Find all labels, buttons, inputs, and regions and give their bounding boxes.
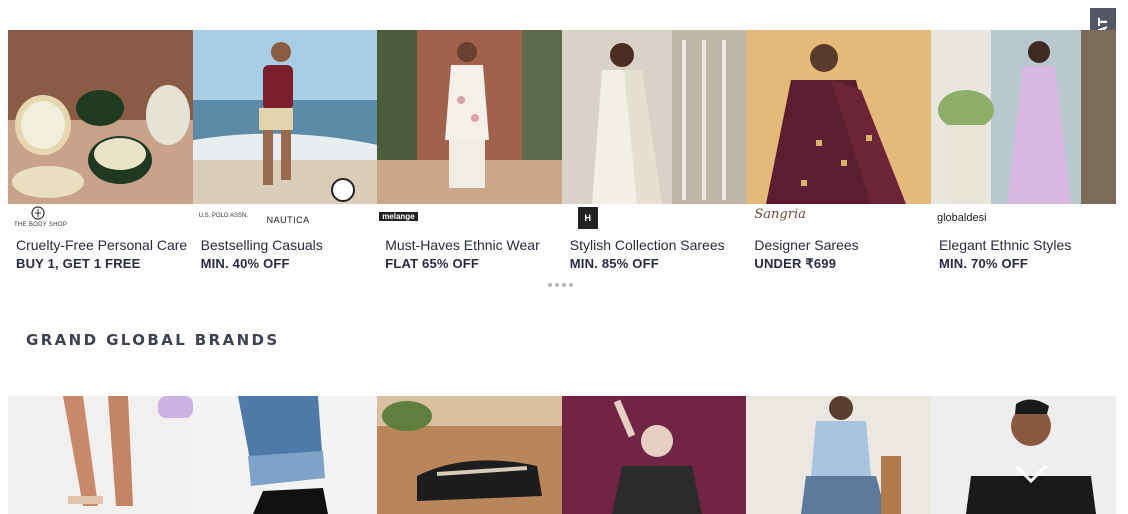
offer-card-ethnic-wear[interactable]: melange Must-Haves Ethnic Wear FLAT 65% …: [377, 30, 562, 272]
melange-logo-text: melange: [379, 212, 418, 221]
brand-card-polo[interactable]: [930, 396, 1116, 514]
card-offer: UNDER ₹699: [754, 256, 837, 271]
designer-sarees-image: [746, 30, 931, 204]
brand-logo-sangria: Sangria: [746, 205, 931, 235]
carousel-dots[interactable]: [548, 283, 573, 287]
card-offer: MIN. 85% OFF: [569, 256, 659, 271]
brand-logo-body-shop: THE BODY SHOP: [8, 205, 193, 235]
global-brands-row: [8, 396, 1116, 514]
personal-care-image: [8, 30, 193, 204]
card-offer: MIN. 70% OFF: [938, 256, 1029, 271]
casuals-image: [192, 30, 378, 204]
sarees-image: [561, 30, 747, 204]
carousel-dot[interactable]: [548, 283, 552, 287]
sangria-logo-text: Sangria: [754, 207, 806, 222]
card-offer: MIN. 40% OFF: [200, 256, 290, 271]
card-title: Cruelty-Free Personal Care: [16, 237, 188, 253]
brand-card-denim-shirt[interactable]: [746, 396, 931, 514]
section-heading-global-brands: GRAND GLOBAL BRANDS: [26, 331, 280, 349]
card-offer: BUY 1, GET 1 FREE: [16, 256, 141, 271]
card-title: Bestselling Casuals: [200, 237, 323, 253]
brand-logo-hl: H: [562, 205, 747, 235]
card-title: Must-Haves Ethnic Wear: [385, 237, 540, 253]
brand-logo-globaldesi: globaldesi: [931, 205, 1116, 235]
offer-banner-carousel: THE BODY SHOP Cruelty-Free Personal Care…: [8, 30, 1116, 272]
polo-logo-text: U.S. POLO ASSN.: [198, 213, 248, 219]
brand-card-denim[interactable]: [192, 396, 378, 514]
globaldesi-logo-text: globaldesi: [936, 212, 987, 224]
ethnic-wear-image: [377, 30, 562, 204]
body-shop-logo-text: THE BODY SHOP: [14, 222, 68, 228]
card-title: Elegant Ethnic Styles: [938, 237, 1072, 253]
offer-card-sarees[interactable]: H Stylish Collection Sarees MIN. 85% OFF: [561, 30, 747, 272]
brand-logo-polo-nautica: U.S. POLO ASSN. NAUTICA: [193, 205, 378, 235]
card-title: Designer Sarees: [754, 237, 859, 253]
offer-card-casuals[interactable]: U.S. POLO ASSN. NAUTICA Bestselling Casu…: [192, 30, 378, 272]
carousel-dot[interactable]: [569, 283, 573, 287]
brand-logo-melange: melange: [377, 205, 562, 235]
carousel-dot[interactable]: [555, 283, 559, 287]
carousel-dot[interactable]: [562, 283, 566, 287]
hl-logo-text: H: [577, 207, 598, 229]
offer-card-personal-care[interactable]: THE BODY SHOP Cruelty-Free Personal Care…: [8, 30, 193, 272]
card-offer: FLAT 65% OFF: [385, 256, 480, 271]
offer-card-designer-sarees[interactable]: Sangria Designer Sarees UNDER ₹699: [746, 30, 931, 272]
brand-card-sneakers[interactable]: [377, 396, 562, 514]
brand-card-heels[interactable]: [8, 396, 193, 514]
brand-card-party[interactable]: [561, 396, 747, 514]
offer-card-ethnic-styles[interactable]: globaldesi Elegant Ethnic Styles MIN. 70…: [930, 30, 1116, 272]
ethnic-styles-image: [930, 30, 1116, 204]
nautica-logo-text: NAUTICA: [266, 215, 310, 225]
card-title: Stylish Collection Sarees: [569, 237, 725, 253]
